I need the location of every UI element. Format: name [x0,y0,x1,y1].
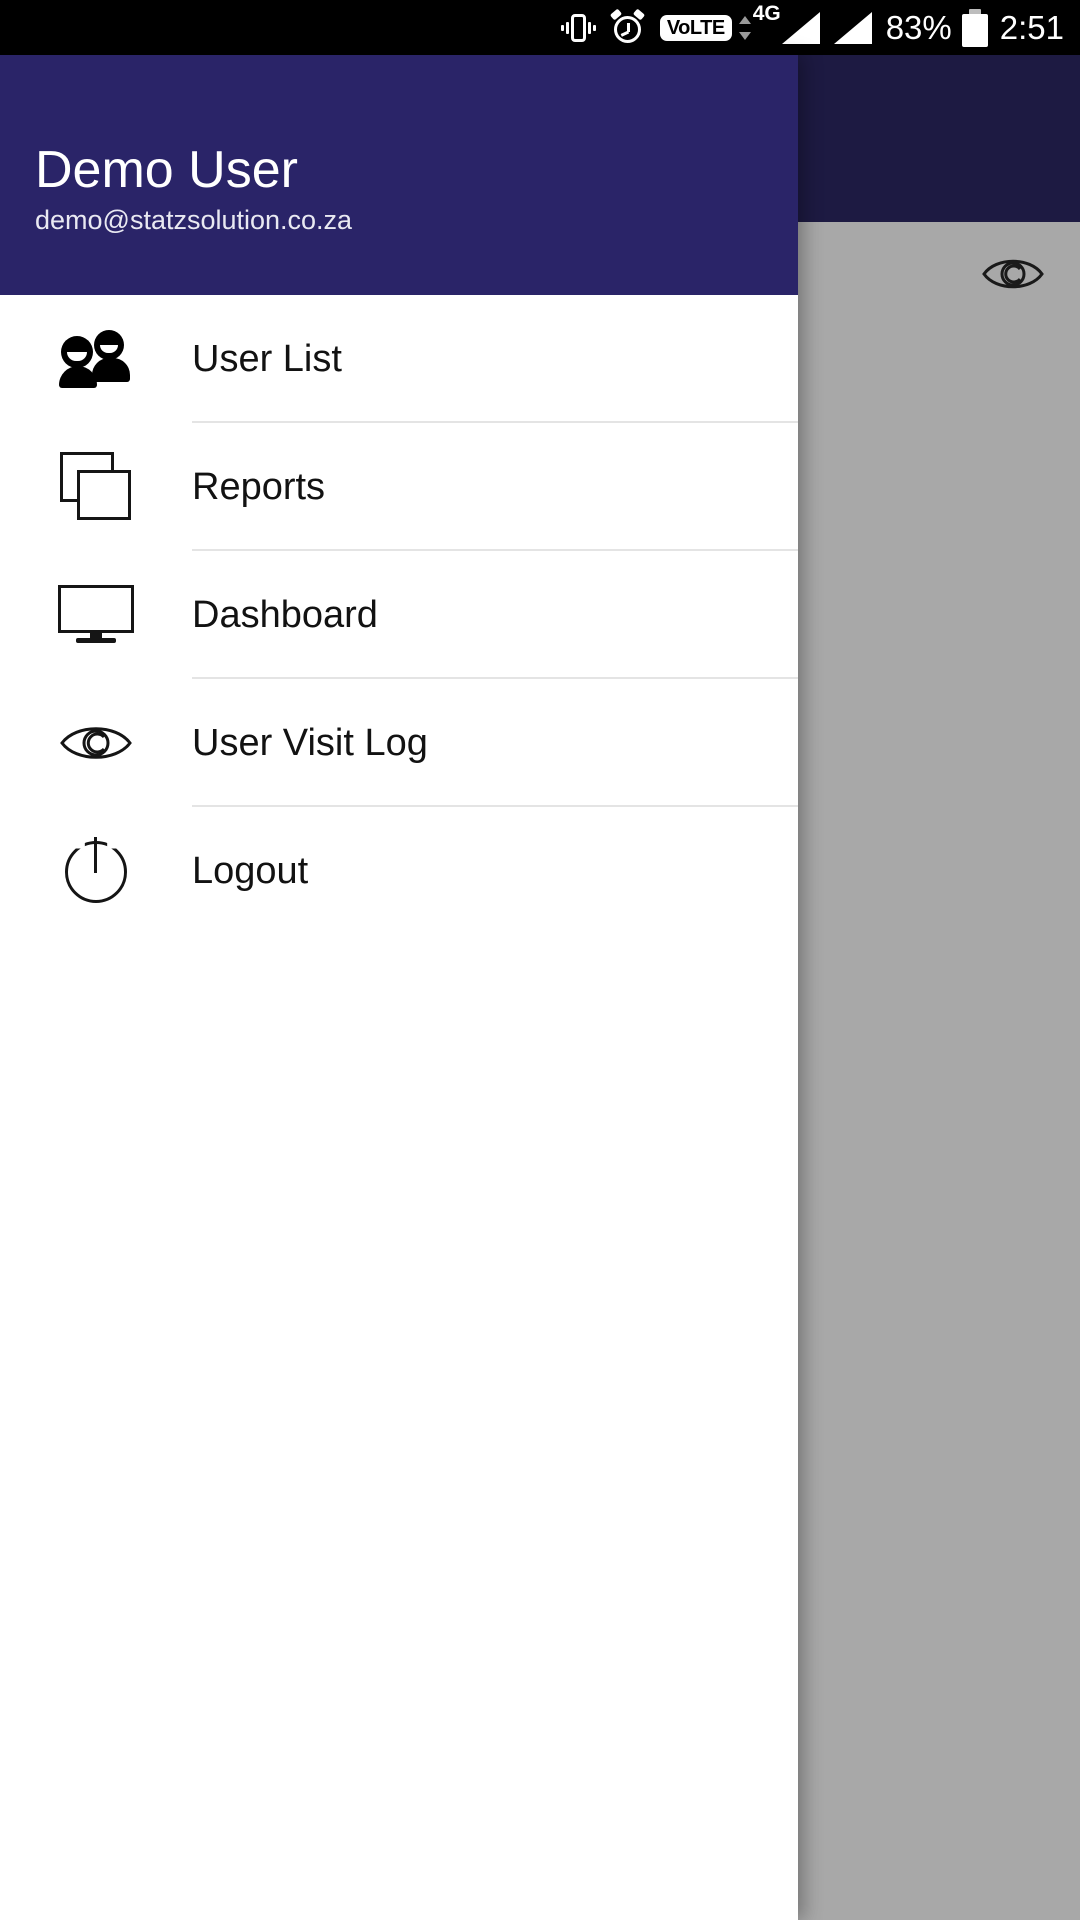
drawer-item-icon-wrap [0,721,192,765]
navigation-drawer: Demo User demo@statzsolution.co.za User … [0,55,798,1920]
signal-bars-icon-sim1 [781,11,820,44]
eye-icon[interactable] [982,255,1044,293]
drawer-menu-list: User List Reports Dashboard User Visit L… [0,295,798,935]
status-bar: VoLTE 4G 83% 2:51 [0,0,1080,55]
battery-percent-label: 83% [885,8,952,46]
drawer-item-user-list[interactable]: User List [0,295,798,423]
drawer-item-icon-wrap [0,585,192,645]
drawer-item-label: Reports [192,465,326,508]
drawer-item-icon-wrap [0,452,192,522]
drawer-item-label: Dashboard [192,593,378,636]
drawer-username: Demo User [35,141,298,199]
drawer-header: Demo User demo@statzsolution.co.za [0,55,798,295]
clock-label: 2:51 [999,8,1064,46]
drawer-item-label: User List [192,337,342,380]
eye-icon [60,721,132,765]
drawer-item-user-visit-log[interactable]: User Visit Log [0,679,798,807]
drawer-item-dashboard[interactable]: Dashboard [0,551,798,679]
drawer-item-reports[interactable]: Reports [0,423,798,551]
drawer-item-icon-wrap [0,330,192,388]
monitor-icon [58,585,134,645]
signal-bars-icon-sim2 [833,11,872,44]
power-icon [65,837,127,905]
people-icon [59,330,133,388]
drawer-item-label: Logout [192,849,309,892]
drawer-item-icon-wrap [0,837,192,905]
phone-screen: VoLTE 4G 83% 2:51 Demo User demo@statzso… [0,0,1080,1920]
data-transfer-arrows-icon [737,11,753,45]
copy-icon [60,452,132,522]
volte-badge: VoLTE [659,14,732,41]
alarm-clock-icon [609,8,646,46]
vibrate-icon [560,11,596,45]
network-type-label: 4G [752,2,781,25]
drawer-email: demo@statzsolution.co.za [35,205,353,235]
battery-icon [961,8,988,47]
drawer-item-label: User Visit Log [192,721,428,764]
drawer-item-logout[interactable]: Logout [0,807,798,935]
